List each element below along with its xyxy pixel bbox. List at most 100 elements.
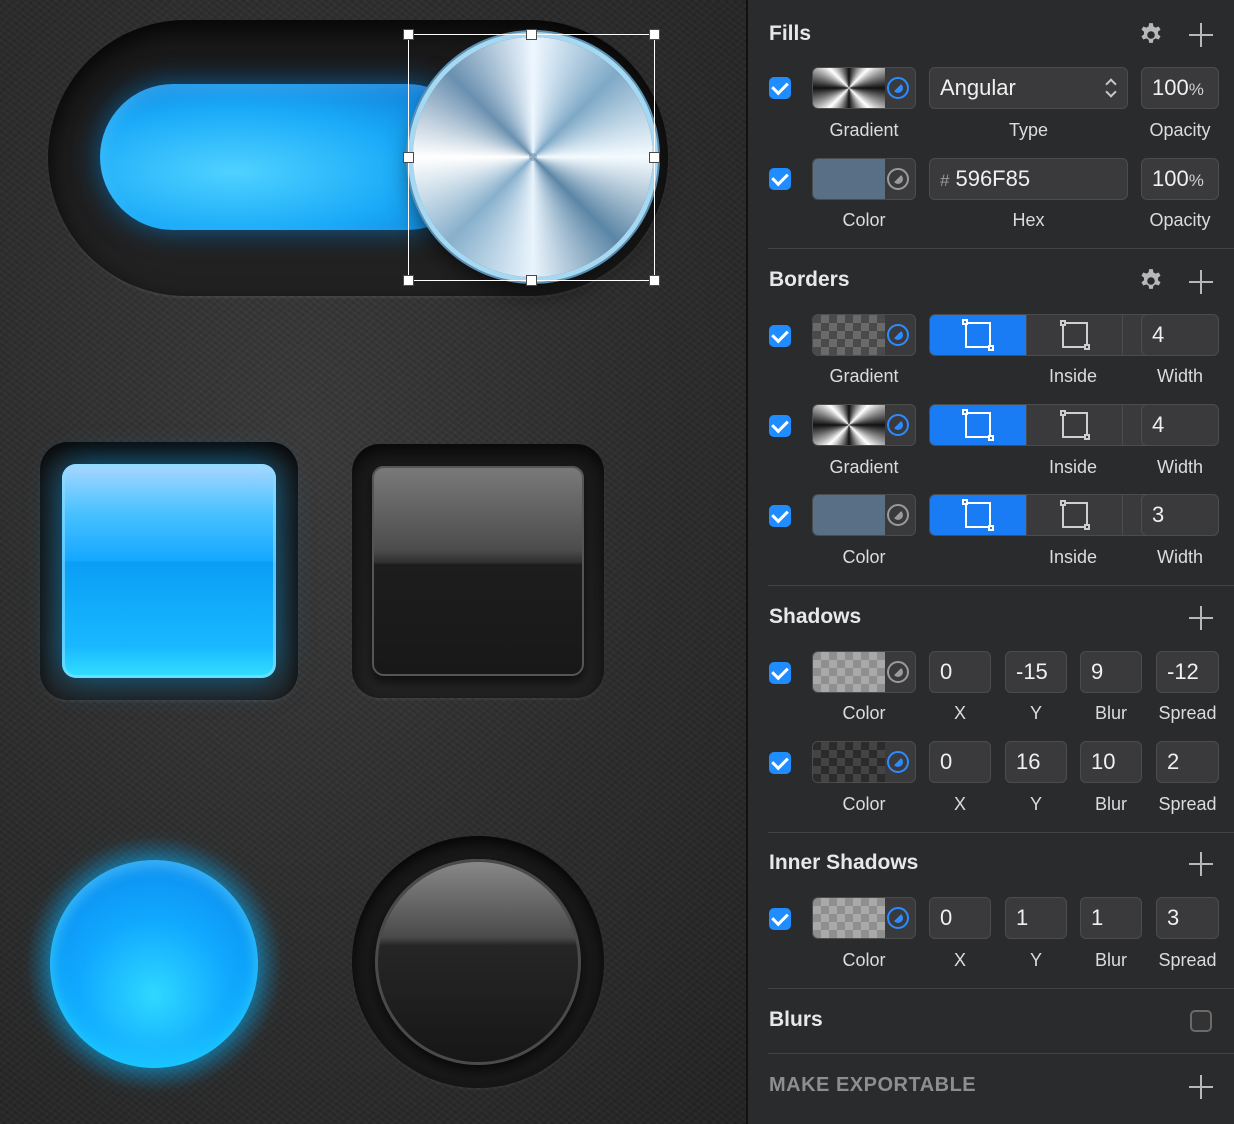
color-mode-icon[interactable] <box>887 504 909 526</box>
shadow-2-blur-field[interactable]: 10 <box>1080 741 1142 783</box>
shadow-1-x-field[interactable]: 0 <box>929 651 991 693</box>
blurs-enable-checkbox[interactable] <box>1190 1010 1212 1032</box>
hex-prefix: # <box>940 171 950 190</box>
inner-shadow-y-field[interactable]: 1 <box>1005 897 1067 939</box>
selection-bounding-box[interactable] <box>403 29 660 286</box>
shadow-1-y-field[interactable]: -15 <box>1005 651 1067 693</box>
resize-handle-top-left[interactable] <box>403 29 414 40</box>
resize-handle-top-right[interactable] <box>649 29 660 40</box>
linear-gradient-preview <box>813 315 885 355</box>
fill-type-select[interactable]: Angular <box>929 67 1128 109</box>
blurs-section-title: Blurs <box>769 1008 823 1031</box>
shadow-1-x-label: X <box>953 703 966 723</box>
inner-shadow-spread-field[interactable]: 3 <box>1156 897 1219 939</box>
border-1-checkbox[interactable] <box>769 325 791 347</box>
border-2-width-field[interactable]: 4 <box>1141 404 1219 446</box>
border-inside-icon <box>962 499 994 531</box>
fill-2-hex-label: Hex <box>1012 210 1045 230</box>
fill-hex-field[interactable]: #596F85 <box>929 158 1128 200</box>
shadow-2-spread-field[interactable]: 2 <box>1156 741 1219 783</box>
border-inside-icon <box>962 409 994 441</box>
inner-shadow-spread-label: Spread <box>1158 950 1217 970</box>
shadow-1-color-swatch[interactable] <box>812 651 916 693</box>
fill-1-gradient-swatch[interactable] <box>812 67 916 109</box>
fill-2-opacity-field[interactable]: 100% <box>1141 158 1219 200</box>
shadow-2-y-field[interactable]: 16 <box>1005 741 1067 783</box>
fill-1-checkbox[interactable] <box>769 77 791 99</box>
border-1-gradient-swatch[interactable] <box>812 314 916 356</box>
shadow-1-y-label: Y <box>1029 703 1042 723</box>
border-2-gradient-swatch[interactable] <box>812 404 916 446</box>
resize-handle-right[interactable] <box>649 152 660 163</box>
add-fill-plus-icon[interactable] <box>1189 23 1213 47</box>
border-inside-icon <box>962 319 994 351</box>
border-1-width-field[interactable]: 4 <box>1141 314 1219 356</box>
inner-shadow-1-color-swatch[interactable] <box>812 897 916 939</box>
border-center-option[interactable] <box>1026 495 1122 535</box>
inner-shadow-1-checkbox[interactable] <box>769 908 791 930</box>
border-1-width-label: Width <box>1156 366 1203 386</box>
border-2-checkbox[interactable] <box>769 415 791 437</box>
add-shadow-plus-icon[interactable] <box>1189 606 1213 630</box>
border-3-width-field[interactable]: 3 <box>1141 494 1219 536</box>
color-mode-icon[interactable] <box>887 751 909 773</box>
border-inside-option[interactable] <box>930 315 1026 355</box>
fill-2-color-swatch[interactable] <box>812 158 916 200</box>
border-3-width-label: Width <box>1156 547 1203 567</box>
color-mode-icon[interactable] <box>887 414 909 436</box>
border-inside-option[interactable] <box>930 495 1026 535</box>
inner-shadow-color-label: Color <box>842 950 886 970</box>
add-inner-shadow-plus-icon[interactable] <box>1189 852 1213 876</box>
gear-icon[interactable] <box>1138 22 1164 48</box>
border-center-icon <box>1060 320 1090 350</box>
color-mode-icon[interactable] <box>887 661 909 683</box>
angular-gradient-preview <box>813 68 885 108</box>
shadow-1-x-value: 0 <box>940 659 953 684</box>
color-mode-icon[interactable] <box>887 907 909 929</box>
fill-1-opacity-field[interactable]: 100% <box>1141 67 1219 109</box>
fill-type-value: Angular <box>940 75 1016 100</box>
resize-handle-bottom[interactable] <box>526 275 537 286</box>
fills-section-title: Fills <box>769 22 812 45</box>
resize-handle-bottom-right[interactable] <box>649 275 660 286</box>
shadow-1-blur-label: Blur <box>1094 703 1127 723</box>
chevron-updown-icon <box>1105 77 1117 99</box>
border-center-option[interactable] <box>1026 315 1122 355</box>
shadow-2-x-field[interactable]: 0 <box>929 741 991 783</box>
inner-shadow-blur-label: Blur <box>1094 950 1127 970</box>
color-mode-icon[interactable] <box>887 77 909 99</box>
section-divider <box>768 988 1234 989</box>
shadow-2-color-swatch[interactable] <box>812 741 916 783</box>
color-mode-icon[interactable] <box>887 168 909 190</box>
border-3-color-swatch[interactable] <box>812 494 916 536</box>
design-canvas[interactable] <box>0 0 746 1124</box>
resize-handle-bottom-left[interactable] <box>403 275 414 286</box>
square-button-blue-on[interactable] <box>62 464 276 678</box>
inner-shadow-x-field[interactable]: 0 <box>929 897 991 939</box>
shadow-1-blur-field[interactable]: 9 <box>1080 651 1142 693</box>
add-border-plus-icon[interactable] <box>1189 270 1213 294</box>
make-exportable-label[interactable]: MAKE EXPORTABLE <box>769 1074 976 1097</box>
fill-2-checkbox[interactable] <box>769 168 791 190</box>
transparent-color-preview <box>813 898 885 938</box>
shadow-2-checkbox[interactable] <box>769 752 791 774</box>
add-export-plus-icon[interactable] <box>1189 1075 1213 1099</box>
color-mode-icon[interactable] <box>887 324 909 346</box>
border-center-option[interactable] <box>1026 405 1122 445</box>
square-button-dark-off[interactable] <box>372 466 584 676</box>
shadow-2-blur-label: Blur <box>1094 794 1127 814</box>
inner-shadow-blur-field[interactable]: 1 <box>1080 897 1142 939</box>
shadow-1-spread-field[interactable]: -12 <box>1156 651 1219 693</box>
border-3-checkbox[interactable] <box>769 505 791 527</box>
resize-handle-left[interactable] <box>403 152 414 163</box>
round-button-dark-off[interactable] <box>375 859 581 1065</box>
border-2-swatch-label: Gradient <box>829 457 899 477</box>
shadow-1-checkbox[interactable] <box>769 662 791 684</box>
fill-1-opacity-value: 100 <box>1152 75 1189 100</box>
gear-icon[interactable] <box>1138 268 1164 294</box>
inspector-panel: Fills Angular 100% Gradient Type Opacity… <box>746 0 1234 1124</box>
border-inside-option[interactable] <box>930 405 1026 445</box>
resize-handle-top[interactable] <box>526 29 537 40</box>
round-button-blue-on[interactable] <box>50 860 258 1068</box>
solid-color-preview <box>813 159 885 199</box>
